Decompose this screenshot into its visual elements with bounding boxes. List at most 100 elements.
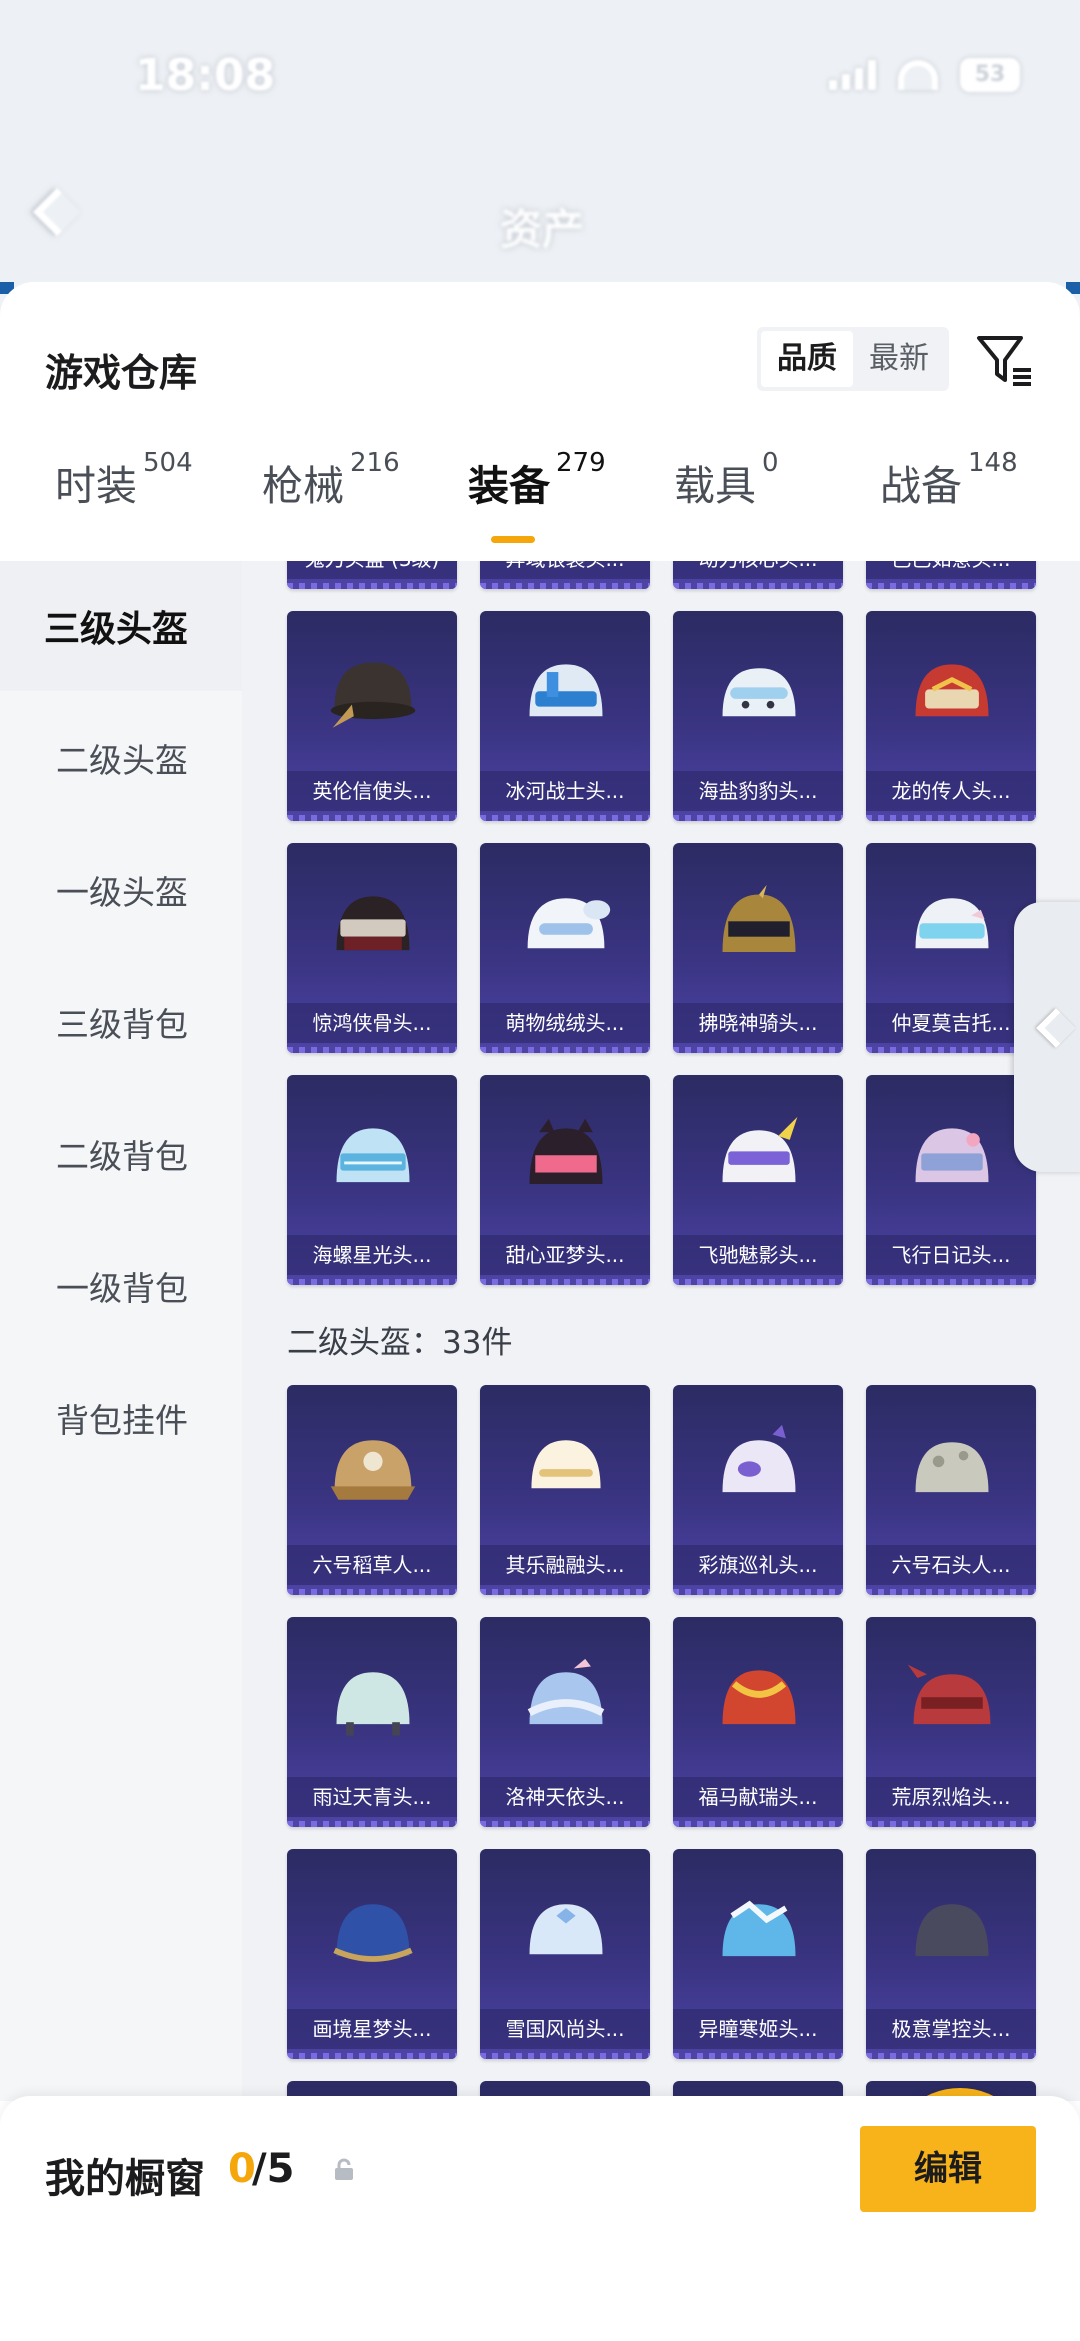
- item-card[interactable]: 福马献瑞头...: [673, 1617, 843, 1827]
- status-time: 18:08: [135, 50, 276, 101]
- item-card[interactable]: 英伦信使头...: [287, 611, 457, 821]
- tab-guns[interactable]: 枪械 216: [262, 448, 400, 512]
- tab-count: 279: [556, 448, 606, 478]
- sidebar-item-label: 一级头盔: [56, 873, 188, 912]
- item-name: 飞驰魅影头...: [673, 1235, 843, 1275]
- tab-vehicles[interactable]: 载具 0: [674, 448, 779, 512]
- showcase-title: 我的橱窗: [45, 2156, 205, 2202]
- item-name: 龙的传人头...: [866, 771, 1036, 811]
- tab-count: 0: [762, 448, 779, 478]
- helmet-icon: [915, 664, 989, 717]
- item-card[interactable]: 荒原烈焰头...: [866, 1617, 1036, 1827]
- item-name: 六号稻草人...: [287, 1545, 457, 1585]
- item-card[interactable]: 海螺星光头...: [287, 1075, 457, 1285]
- item-name: 画境星梦头...: [287, 2009, 457, 2049]
- helmet-icon: [722, 1900, 796, 1957]
- item-card[interactable]: 异瞳寒姬头...: [673, 1849, 843, 2059]
- sidebar-item-label: 三级头盔: [44, 609, 189, 650]
- item-name: 异域银装头...: [480, 561, 650, 579]
- helmet-icon: [330, 1440, 416, 1500]
- item-card[interactable]: 画境星梦头...: [287, 1849, 457, 2059]
- sidebar-item-level1-helmet[interactable]: 一级头盔: [0, 825, 242, 955]
- helmet-icon: [907, 1664, 991, 1725]
- sidebar-item-label: 二级头盔: [56, 741, 188, 780]
- sidebar-item-label: 三级背包: [56, 1005, 188, 1044]
- helmet-icon: [531, 1440, 601, 1489]
- item-card[interactable]: 六号石头人...: [866, 1385, 1036, 1595]
- filter-icon[interactable]: [975, 330, 1035, 390]
- item-name: 仲夏莫吉托...: [866, 1003, 1036, 1043]
- sidebar-item-level3-helmet[interactable]: 三级头盔: [0, 561, 242, 691]
- tab-label: 枪械: [262, 462, 344, 510]
- item-card[interactable]: 动力核心头...: [673, 561, 843, 589]
- item-card[interactable]: 冰河战士头...: [480, 611, 650, 821]
- signal-icon: [829, 60, 876, 90]
- item-card[interactable]: 甜心亚梦头...: [480, 1075, 650, 1285]
- item-card[interactable]: 飞驰魅影头...: [673, 1075, 843, 1285]
- helmet-icon: [915, 1442, 989, 1493]
- sidebar-item-label: 背包挂件: [56, 1401, 188, 1440]
- category-tabs: 时装 504 枪械 216 装备 279 载具 0 战备 148: [0, 422, 1080, 540]
- item-card[interactable]: 飞行日记头...: [866, 1075, 1036, 1285]
- sort-newest-button[interactable]: 最新: [853, 331, 945, 387]
- item-card[interactable]: 龙的传人头...: [866, 611, 1036, 821]
- item-card[interactable]: 彩旗巡礼头...: [673, 1385, 843, 1595]
- edit-button[interactable]: 编辑: [860, 2126, 1036, 2212]
- lock-icon[interactable]: [332, 2158, 356, 2182]
- helmet-icon: [529, 664, 603, 717]
- sidebar-item-level3-backpack[interactable]: 三级背包: [0, 957, 242, 1087]
- helmet-icon: [915, 1904, 989, 1957]
- sort-quality-button[interactable]: 品质: [761, 331, 853, 387]
- helmet-icon: [336, 896, 410, 951]
- helmet-icon: [330, 662, 416, 728]
- showcase-bar: 我的橱窗 0 /5 编辑: [0, 2096, 1080, 2341]
- tab-equipment[interactable]: 装备 279: [468, 448, 606, 512]
- helmet-icon: [529, 1904, 603, 1955]
- item-card[interactable]: 萌物绒绒头...: [480, 843, 650, 1053]
- item-card[interactable]: 雪国风尚头...: [480, 1849, 650, 2059]
- item-card[interactable]: 雨过天青头...: [287, 1617, 457, 1827]
- item-name: 甜心亚梦头...: [480, 1235, 650, 1275]
- tab-count: 148: [968, 448, 1018, 478]
- helmet-icon: [336, 1128, 410, 1183]
- item-name: 萌物绒绒头...: [480, 1003, 650, 1043]
- tab-fashion[interactable]: 时装 504: [55, 448, 193, 512]
- item-card[interactable]: 拂晓神骑头...: [673, 843, 843, 1053]
- sidebar-item-level2-backpack[interactable]: 二级背包: [0, 1089, 242, 1219]
- item-grid: 鬼刀头盔 (3级) 异域银装头... 动力核心头... 巴巴如意头... 英伦信…: [242, 561, 1080, 2101]
- item-card[interactable]: 巴巴如意头...: [866, 561, 1036, 589]
- item-name: 惊鸿侠骨头...: [287, 1003, 457, 1043]
- tab-count: 216: [350, 448, 400, 478]
- section-header: 二级头盔：33件: [287, 1325, 513, 1361]
- item-name: 飞行日记头...: [866, 1235, 1036, 1275]
- item-card[interactable]: 六号稻草人...: [287, 1385, 457, 1595]
- item-card[interactable]: 鬼刀头盔 (3级): [287, 561, 457, 589]
- tab-supplies[interactable]: 战备 148: [880, 448, 1018, 512]
- item-name: 极意掌控头...: [866, 2009, 1036, 2049]
- tab-label: 时装: [55, 462, 137, 510]
- item-name: 海螺星光头...: [287, 1235, 457, 1275]
- tab-label: 战备: [880, 462, 962, 510]
- item-card[interactable]: 其乐融融头...: [480, 1385, 650, 1595]
- item-name: 彩旗巡礼头...: [673, 1545, 843, 1585]
- item-card[interactable]: 洛神天依头...: [480, 1617, 650, 1827]
- sidebar-item-level1-backpack[interactable]: 一级背包: [0, 1221, 242, 1351]
- battery-icon: 53: [960, 58, 1020, 92]
- item-name: 动力核心头...: [673, 561, 843, 579]
- item-card[interactable]: 异域银装头...: [480, 561, 650, 589]
- item-card[interactable]: 海盐豹豹头...: [673, 611, 843, 821]
- side-drawer-handle[interactable]: [1014, 902, 1080, 1172]
- item-card[interactable]: 惊鸿侠骨头...: [287, 843, 457, 1053]
- helmet-icon: [915, 898, 989, 949]
- active-tab-indicator: [491, 536, 535, 543]
- item-card[interactable]: 极意掌控头...: [866, 1849, 1036, 2059]
- item-card[interactable]: 仲夏莫吉托...: [866, 843, 1036, 1053]
- status-icons: 53: [829, 58, 1020, 92]
- sidebar-item-backpack-charm[interactable]: 背包挂件: [0, 1353, 242, 1483]
- tab-label: 装备: [468, 462, 550, 510]
- chevron-left-icon: [1036, 1008, 1076, 1048]
- item-name: 洛神天依头...: [480, 1777, 650, 1817]
- sidebar-item-level2-helmet[interactable]: 二级头盔: [0, 693, 242, 823]
- item-name: 异瞳寒姬头...: [673, 2009, 843, 2049]
- sort-toggle: 品质 最新: [757, 327, 949, 391]
